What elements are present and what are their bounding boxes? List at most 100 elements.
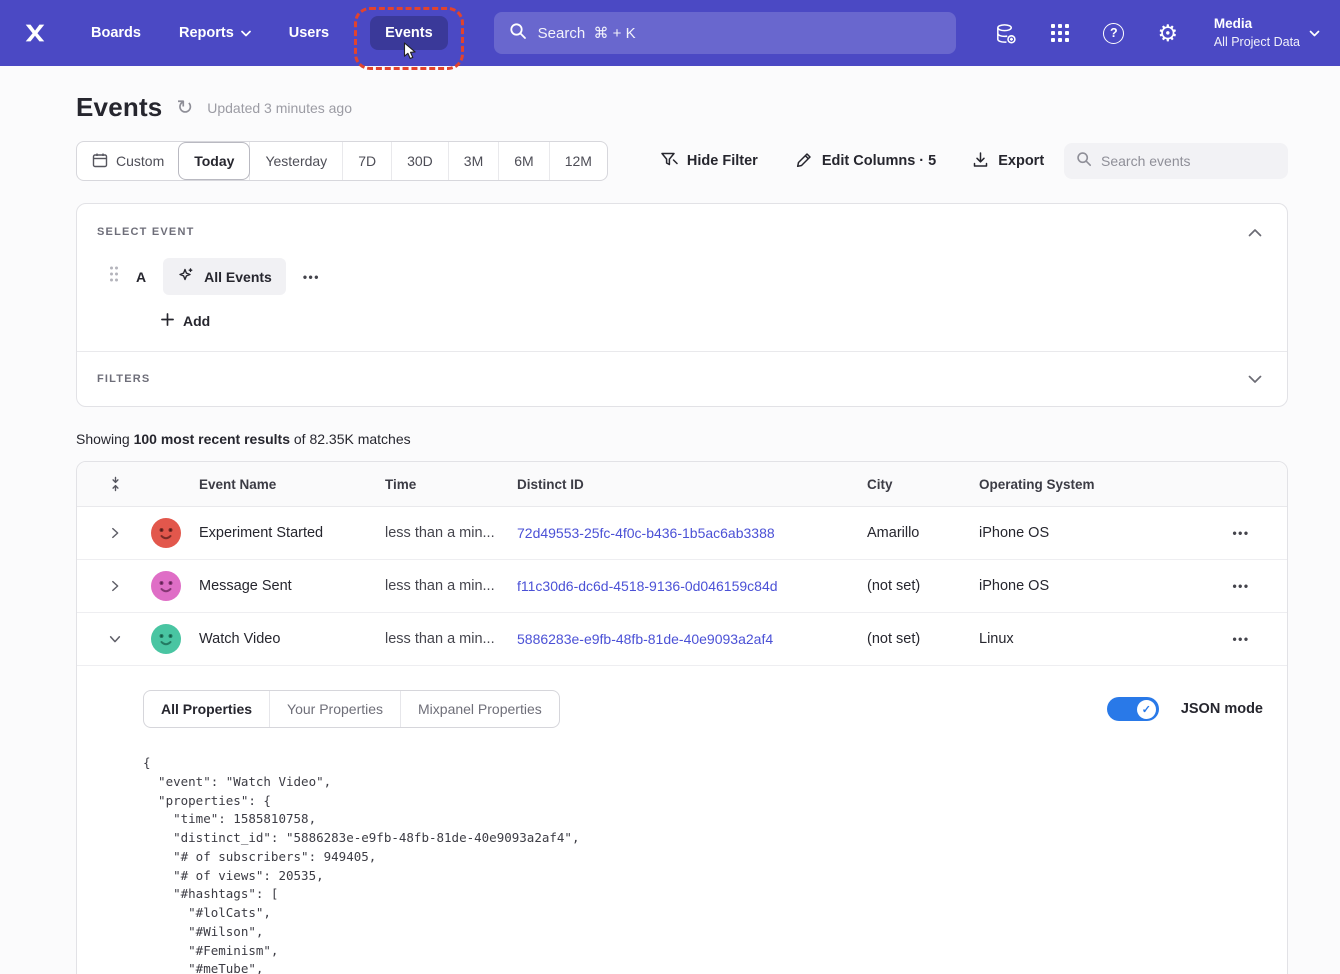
- column-header-time[interactable]: Time: [381, 477, 513, 492]
- row-more-button[interactable]: •••: [1211, 527, 1271, 539]
- event-row-more-button[interactable]: •••: [303, 271, 320, 283]
- nav-item-users[interactable]: Users: [274, 16, 344, 50]
- chevron-down-icon: [241, 25, 251, 41]
- os-cell: Linux: [975, 631, 1211, 647]
- date-button-yesterday[interactable]: Yesterday: [249, 142, 342, 180]
- collapse-row-button[interactable]: [93, 632, 137, 646]
- row-more-button[interactable]: •••: [1211, 580, 1271, 592]
- calendar-icon: [92, 152, 108, 171]
- add-button-label: Add: [183, 313, 210, 329]
- search-events-box: [1064, 143, 1288, 179]
- distinct-id-link[interactable]: f11c30d6-dc6d-4518-9136-0d046159c84d: [517, 578, 778, 594]
- export-button[interactable]: Export: [972, 151, 1044, 172]
- export-label: Export: [998, 153, 1044, 169]
- column-header-event-name[interactable]: Event Name: [195, 477, 381, 492]
- collapse-all-rows-button[interactable]: [93, 476, 137, 492]
- json-mode-toggle[interactable]: ✓: [1107, 697, 1159, 721]
- search-icon: [509, 22, 527, 45]
- search-icon: [1076, 151, 1092, 172]
- event-name-cell: Message Sent: [195, 578, 381, 594]
- table-row-expanded[interactable]: Watch Video less than a min... 5886283e-…: [77, 613, 1287, 666]
- distinct-id-link[interactable]: 5886283e-e9fb-48fb-81de-40e9093a2af4: [517, 631, 773, 647]
- page-title: Events: [76, 92, 162, 123]
- nav-item-reports[interactable]: Reports: [164, 16, 266, 50]
- column-header-os[interactable]: Operating System: [975, 477, 1211, 492]
- event-chip-label: All Events: [204, 269, 272, 285]
- hide-filter-button[interactable]: Hide Filter: [660, 151, 758, 172]
- date-button-label: 7D: [358, 153, 376, 169]
- tab-mixpanel-properties[interactable]: Mixpanel Properties: [400, 691, 559, 727]
- settings-gear-icon[interactable]: ⚙: [1156, 21, 1180, 45]
- project-selector[interactable]: Media All Project Data: [1214, 15, 1320, 50]
- expand-row-button[interactable]: [93, 526, 137, 540]
- pencil-icon: [796, 151, 813, 172]
- event-selector-chip[interactable]: All Events: [163, 258, 286, 295]
- date-button-12m[interactable]: 12M: [549, 142, 607, 180]
- date-button-30d[interactable]: 30D: [391, 142, 448, 180]
- row-more-button[interactable]: •••: [1211, 633, 1271, 645]
- global-search-input[interactable]: [538, 25, 941, 42]
- event-json-code: { "event": "Watch Video", "properties": …: [143, 754, 1263, 974]
- edit-columns-label: Edit Columns · 5: [822, 153, 936, 169]
- expand-row-button[interactable]: [93, 579, 137, 593]
- collapse-section-button[interactable]: [1243, 220, 1267, 244]
- column-header-city[interactable]: City: [863, 477, 975, 492]
- table-row[interactable]: Message Sent less than a min... f11c30d6…: [77, 560, 1287, 613]
- distinct-id-link[interactable]: 72d49553-25fc-4f0c-b436-1b5ac6ab3388: [517, 525, 775, 541]
- filter-funnel-icon: [660, 151, 678, 172]
- query-builder-card: SELECT EVENT A All Events ••• Add: [76, 203, 1288, 407]
- nav-item-label: Events: [385, 25, 433, 41]
- tab-all-properties[interactable]: All Properties: [144, 691, 269, 727]
- city-cell: (not set): [863, 578, 975, 594]
- project-name: Media: [1214, 15, 1300, 33]
- nav-item-boards[interactable]: Boards: [76, 16, 156, 50]
- top-navbar: Boards Reports Users Events ?: [0, 0, 1340, 66]
- global-search: [494, 12, 956, 54]
- select-event-label: SELECT EVENT: [97, 226, 195, 238]
- gear-glyph: ⚙: [1158, 22, 1179, 45]
- project-scope: All Project Data: [1214, 34, 1300, 51]
- download-icon: [972, 151, 989, 172]
- date-button-label: 30D: [407, 153, 433, 169]
- nav-item-label: Users: [289, 25, 329, 41]
- results-summary: Showing 100 most recent results of 82.35…: [76, 431, 1288, 447]
- date-button-label: Yesterday: [265, 153, 327, 169]
- apps-grid-icon[interactable]: [1048, 21, 1072, 45]
- event-avatar: [151, 571, 181, 601]
- date-button-custom[interactable]: Custom: [77, 142, 179, 180]
- event-name-cell: Watch Video: [195, 631, 381, 647]
- os-cell: iPhone OS: [975, 578, 1211, 594]
- table-row[interactable]: Experiment Started less than a min... 72…: [77, 507, 1287, 560]
- event-time-cell: less than a min...: [381, 631, 513, 647]
- event-row-letter: A: [136, 269, 146, 285]
- event-name-cell: Experiment Started: [195, 525, 381, 541]
- properties-tabs: All Properties Your Properties Mixpanel …: [143, 690, 560, 728]
- chevron-down-icon: [1309, 24, 1320, 42]
- event-time-cell: less than a min...: [381, 578, 513, 594]
- search-events-input[interactable]: [1101, 153, 1282, 169]
- refresh-icon[interactable]: ↻: [176, 98, 193, 118]
- date-button-6m[interactable]: 6M: [498, 142, 548, 180]
- summary-suffix: of 82.35K matches: [290, 431, 411, 447]
- date-button-7d[interactable]: 7D: [342, 142, 391, 180]
- mixpanel-logo-icon[interactable]: [20, 18, 50, 48]
- date-button-label: 3M: [464, 153, 483, 169]
- date-range-picker: Custom Today Yesterday 7D 30D 3M 6M 12M: [76, 141, 608, 181]
- expand-filters-button[interactable]: [1243, 367, 1267, 391]
- summary-prefix: Showing: [76, 431, 134, 447]
- data-management-icon[interactable]: [994, 21, 1018, 45]
- hide-filter-label: Hide Filter: [687, 153, 758, 169]
- date-button-3m[interactable]: 3M: [448, 142, 498, 180]
- add-event-button[interactable]: Add: [161, 313, 210, 329]
- edit-columns-button[interactable]: Edit Columns · 5: [796, 151, 936, 172]
- column-header-distinct-id[interactable]: Distinct ID: [513, 477, 863, 492]
- tab-your-properties[interactable]: Your Properties: [269, 691, 400, 727]
- city-cell: Amarillo: [863, 525, 975, 541]
- date-button-today[interactable]: Today: [178, 142, 250, 180]
- summary-count: 100 most recent results: [134, 431, 290, 447]
- help-glyph: ?: [1103, 23, 1124, 44]
- help-icon[interactable]: ?: [1102, 21, 1126, 45]
- main-nav: Boards Reports Users Events: [76, 16, 448, 50]
- toggle-knob: ✓: [1137, 700, 1156, 719]
- drag-handle-icon[interactable]: [109, 266, 119, 287]
